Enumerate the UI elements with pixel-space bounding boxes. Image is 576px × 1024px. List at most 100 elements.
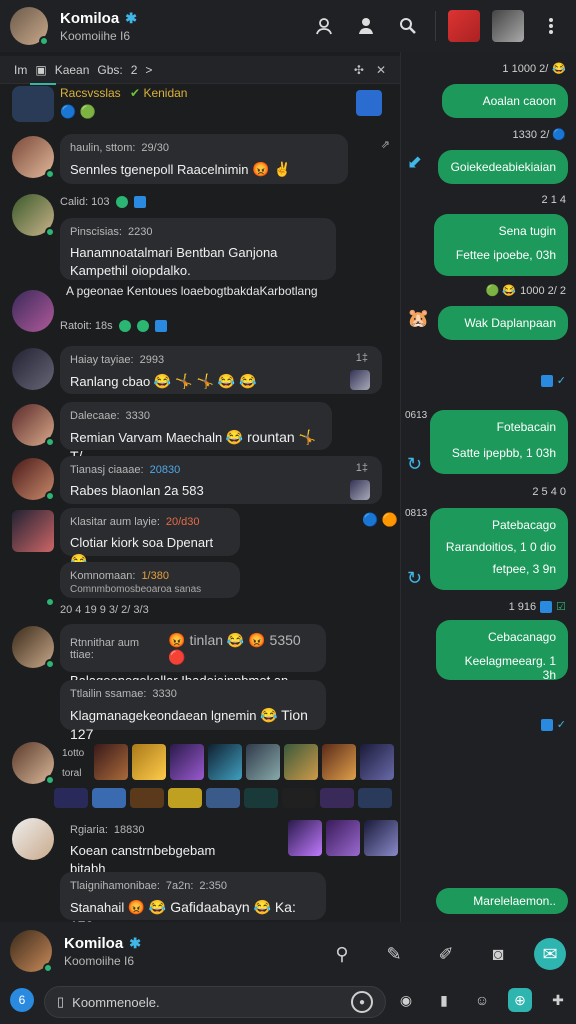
list-item: Haiay tayiae: 2993 Ranlang cbao 😂 🤸 🤸 😂 … [0, 346, 400, 396]
reply-icon[interactable]: ⬋ [407, 152, 422, 173]
outgoing-bubble[interactable]: Marelelaemon.. [436, 888, 568, 914]
contacts-icon[interactable]: ⚲ [326, 938, 358, 970]
gallery-image[interactable] [322, 744, 356, 780]
message-composer[interactable]: ▯ Koommenoele. ● [44, 986, 386, 1018]
avatar[interactable] [12, 290, 54, 332]
reply-icon[interactable]: ↻ [407, 568, 422, 589]
outgoing-bubble[interactable]: Goiekedeabiekiaian [438, 150, 568, 184]
gallery-image[interactable] [364, 820, 398, 856]
message-bubble[interactable]: Komnomaan: 1/380 Comnmbomosbeoaroa sanas [60, 562, 240, 598]
subbar-right-icons: ✣ ✕ [354, 63, 386, 77]
gallery-image[interactable] [246, 744, 280, 780]
gallery-image[interactable] [284, 744, 318, 780]
top-meta: 1 1000 2/ 😂 [502, 62, 566, 76]
avatar[interactable] [12, 626, 55, 669]
attach-button[interactable]: ⊕ [508, 988, 532, 1012]
gallery-image[interactable] [54, 788, 88, 808]
status-text: Ratoit: 18s [60, 320, 113, 332]
camera-icon[interactable]: ◉ [394, 988, 418, 1012]
message-bubble[interactable]: Dalecaae: 3330 Remian Varvam Maechaln 😂 … [60, 402, 332, 464]
subbar-arrow-icon[interactable]: > [145, 63, 152, 77]
reaction-icons[interactable]: 🔵 🟠 [362, 512, 398, 528]
subbar-tab[interactable]: Kaean [55, 63, 90, 77]
gallery-image[interactable] [132, 744, 166, 780]
more-vert-icon[interactable] [536, 11, 566, 41]
gallery-image[interactable] [206, 788, 240, 808]
gallery-image[interactable] [208, 744, 242, 780]
attachment-thumb[interactable] [350, 370, 370, 390]
message-bubble[interactable]: Rgiaria: 18830 Koean canstrnbebgebam bit… [60, 816, 240, 876]
reaction-emoji-icon: 🟢 😂 [485, 285, 517, 297]
top-meta-text: 1 1000 2/ [502, 62, 549, 75]
gallery-image[interactable] [170, 744, 204, 780]
edit-icon[interactable]: ✐ [430, 938, 462, 970]
outgoing-bubble[interactable]: Sena tugin Fettee ipoebe, 03h [434, 214, 568, 276]
gallery-image[interactable] [244, 788, 278, 808]
avatar[interactable] [12, 510, 54, 552]
message-bubble[interactable]: Rtnnithar aum ttiae: 😡 tinlan 😂 😡 5350 🔴… [60, 624, 326, 706]
bubble-line: Marelelaemon.. [473, 894, 556, 908]
game-thumb-1[interactable] [448, 10, 480, 42]
message-meta: Tlaignihamonibae: 7a2n: 2:350 [70, 880, 316, 892]
avatar[interactable] [12, 348, 54, 390]
gallery-image[interactable] [92, 788, 126, 808]
list-item: haulin, sttom: 29/30 Sennles tgenepoll R… [0, 134, 400, 186]
outgoing-bubble[interactable]: Aoalan caoon [442, 84, 568, 118]
search-icon[interactable] [393, 11, 423, 41]
send-icon[interactable]: ● [351, 991, 373, 1013]
gallery-image[interactable] [326, 820, 360, 856]
sender-name: Rtnnithar aum ttiae: [70, 637, 140, 661]
chat-bubble-icon[interactable]: ◙ [482, 938, 514, 970]
avatar[interactable] [12, 818, 54, 860]
user-solid-icon[interactable] [351, 11, 381, 41]
user-outline-icon[interactable] [309, 11, 339, 41]
pin-icon[interactable]: ⇗ [381, 138, 390, 151]
message-bubble[interactable]: Pinscisias: 2230 Hanamnoatalmari Bentban… [60, 218, 336, 280]
message-bubble[interactable]: Tianasj ciaaae: 20830 Rabes blaonlan 2a … [60, 456, 382, 504]
bottom-titles: Komiloa ✱ Koomoiihe I6 [64, 935, 141, 968]
emoji-icon[interactable]: ☺ [470, 988, 494, 1012]
message-bubble[interactable]: Haiay tayiae: 2993 Ranlang cbao 😂 🤸 🤸 😂 … [60, 346, 382, 394]
timestamp: 2:350 [199, 880, 227, 892]
avatar[interactable] [12, 564, 55, 607]
avatar[interactable] [12, 742, 55, 785]
outgoing-bubble[interactable]: Patebacago Rarandoitios, 1 0 dio fetpee,… [430, 508, 568, 590]
gallery-image[interactable] [282, 788, 316, 808]
emoji-group: 😡 tinlan 😂 😡 5350 🔴 [168, 632, 301, 665]
sticker-icon[interactable]: 🐹 [407, 308, 429, 329]
message-bubble[interactable]: Tlaignihamonibae: 7a2n: 2:350 Stanahail … [60, 872, 326, 922]
gallery-image[interactable] [320, 788, 354, 808]
settings-icon[interactable]: ✣ [354, 63, 364, 77]
plus-icon[interactable]: ✚ [546, 988, 570, 1012]
outgoing-bubble[interactable]: Fotebacain Satte ipepbb, 1 03h [430, 410, 568, 474]
message-bubble[interactable]: Ttlailin ssamae: 3330 Klagmanagekeondaea… [60, 680, 326, 742]
gallery-image[interactable] [94, 744, 128, 780]
bottom-avatar[interactable] [10, 930, 53, 973]
message-bubble[interactable]: Klasitar aum layie: 20/d30 Clotiar kiork… [60, 508, 240, 569]
attachment-thumb[interactable] [350, 480, 370, 500]
pen-icon[interactable]: ✎ [378, 938, 410, 970]
avatar[interactable] [12, 458, 55, 501]
gallery-image[interactable] [358, 788, 392, 808]
compose-button[interactable]: ✉ [534, 938, 566, 970]
timestamp: 29/30 [141, 142, 169, 154]
apps-icon[interactable]: 6 [10, 988, 34, 1012]
outgoing-bubble[interactable]: Cebacanago Keelagmeearg. 1 3h [436, 620, 568, 682]
game-thumb-2[interactable] [492, 10, 524, 42]
gallery-image[interactable] [288, 820, 322, 856]
reply-icon[interactable]: ↻ [407, 454, 422, 475]
profile-avatar[interactable] [10, 7, 49, 46]
file-icon[interactable]: ▮ [432, 988, 456, 1012]
online-dot [45, 491, 55, 501]
banner-action-icon[interactable] [356, 90, 382, 116]
message-bubble[interactable]: haulin, sttom: 29/30 Sennles tgenepoll R… [60, 134, 348, 184]
avatar[interactable] [12, 404, 55, 447]
gallery-image[interactable] [168, 788, 202, 808]
message-meta: haulin, sttom: 29/30 [70, 142, 338, 154]
gallery-image[interactable] [130, 788, 164, 808]
subbar-tab-icon[interactable]: ▣ [35, 63, 46, 77]
gallery-image[interactable] [360, 744, 394, 780]
close-icon[interactable]: ✕ [376, 63, 386, 77]
avatar[interactable] [12, 136, 55, 179]
outgoing-bubble[interactable]: Wak Daplanpaan [438, 306, 568, 340]
